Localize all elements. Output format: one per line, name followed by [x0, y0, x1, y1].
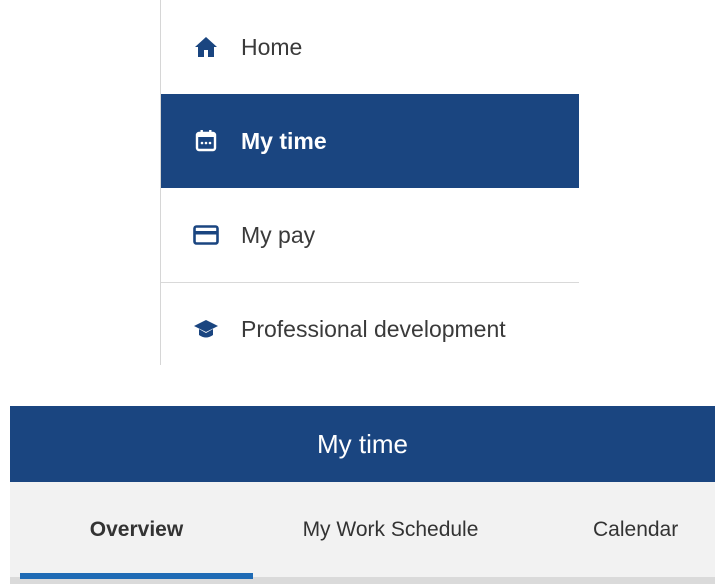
sidebar-item-label: Professional development	[241, 315, 506, 342]
tab-label: Calendar	[593, 517, 679, 541]
tab-calendar[interactable]: Calendar	[528, 482, 715, 577]
tab-bar: Overview My Work Schedule Calendar	[10, 482, 715, 584]
page-title: My time	[317, 428, 408, 459]
tab-label: Overview	[89, 517, 184, 541]
sidebar-item-home[interactable]: Home	[161, 0, 579, 94]
credit-card-icon	[193, 222, 219, 248]
sidebar-item-label: My time	[241, 127, 327, 154]
sidebar-item-my-pay[interactable]: My pay	[161, 188, 579, 282]
graduation-cap-icon	[193, 316, 219, 342]
sidebar-item-professional-development[interactable]: Professional development	[161, 282, 579, 376]
sidebar-item-label: My pay	[241, 221, 316, 248]
tab-overview[interactable]: Overview	[20, 482, 253, 577]
sidebar-item-label: Home	[241, 33, 303, 60]
side-navigation: Home My time My pay Professional develop…	[160, 0, 579, 365]
active-tab-indicator	[20, 573, 253, 579]
page-header: My time	[10, 406, 715, 482]
tab-my-work-schedule[interactable]: My Work Schedule	[253, 482, 528, 577]
home-icon	[193, 34, 219, 60]
sidebar-item-my-time[interactable]: My time	[161, 94, 579, 188]
tab-label: My Work Schedule	[302, 517, 479, 541]
calendar-icon	[193, 128, 219, 154]
